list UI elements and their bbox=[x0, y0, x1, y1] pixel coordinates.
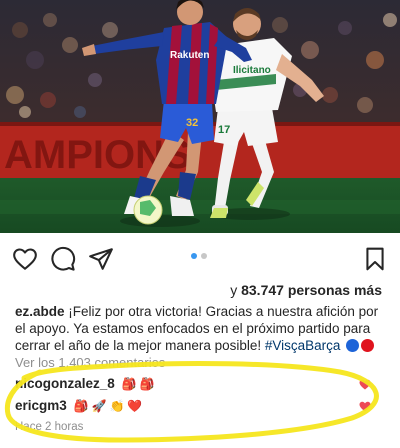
post-caption: ez.abde ¡Feliz por otra victoria! Gracia… bbox=[15, 303, 387, 354]
comment-icon[interactable] bbox=[50, 246, 76, 272]
post-action-bar bbox=[0, 242, 400, 276]
bookmark-icon[interactable] bbox=[362, 246, 388, 272]
blue-circle-emoji bbox=[346, 339, 360, 352]
caption-username[interactable]: ez.abde bbox=[15, 304, 65, 319]
comment-emoji: ❤️ bbox=[127, 399, 143, 413]
post-timestamp: Hace 2 horas bbox=[15, 421, 84, 433]
likes-count[interactable]: 83.747 bbox=[241, 282, 284, 298]
like-comment-heart-icon[interactable] bbox=[359, 379, 371, 390]
carousel-dot-active bbox=[191, 253, 197, 259]
view-all-comments-link[interactable]: Ver los 1.403 comentarios bbox=[15, 355, 165, 370]
comment-row: nicogonzalez_8 🎒 🎒 bbox=[15, 375, 385, 393]
carousel-dot bbox=[201, 253, 207, 259]
likes-suffix[interactable]: personas más bbox=[284, 282, 382, 298]
likes-summary[interactable]: y 83.747 personas más bbox=[0, 282, 382, 298]
comment-emoji: 🚀 bbox=[91, 399, 107, 413]
post-photo[interactable]: AMPIONS 17 Ilicitano 32 Rakuten bbox=[0, 0, 400, 233]
comment-emoji: 🎒 bbox=[73, 399, 89, 413]
comment-emoji: 🎒 bbox=[139, 377, 155, 391]
like-comment-heart-icon[interactable] bbox=[359, 401, 371, 412]
elche-shorts-number: 17 bbox=[218, 124, 230, 136]
football bbox=[133, 195, 163, 225]
comment-emoji: 🎒 bbox=[121, 377, 137, 391]
football-match-photo: AMPIONS 17 Ilicitano 32 Rakuten bbox=[0, 0, 400, 233]
comment-emoji: 👏 bbox=[109, 399, 125, 413]
share-icon[interactable] bbox=[88, 246, 114, 272]
comment-username[interactable]: ericgm3 bbox=[15, 398, 67, 413]
barca-shorts-number: 32 bbox=[186, 117, 198, 129]
likes-prefix: y bbox=[230, 282, 242, 298]
red-circle-emoji bbox=[361, 339, 375, 352]
comment-username[interactable]: nicogonzalez_8 bbox=[15, 376, 115, 391]
barca-sponsor: Rakuten bbox=[170, 50, 209, 61]
caption-hashtag[interactable]: #VisçaBarça bbox=[265, 338, 341, 353]
elche-sponsor: Ilicitano bbox=[233, 65, 271, 76]
heart-icon[interactable] bbox=[12, 246, 38, 272]
comment-row: ericgm3 🎒 🚀 👏 ❤️ bbox=[15, 397, 385, 415]
